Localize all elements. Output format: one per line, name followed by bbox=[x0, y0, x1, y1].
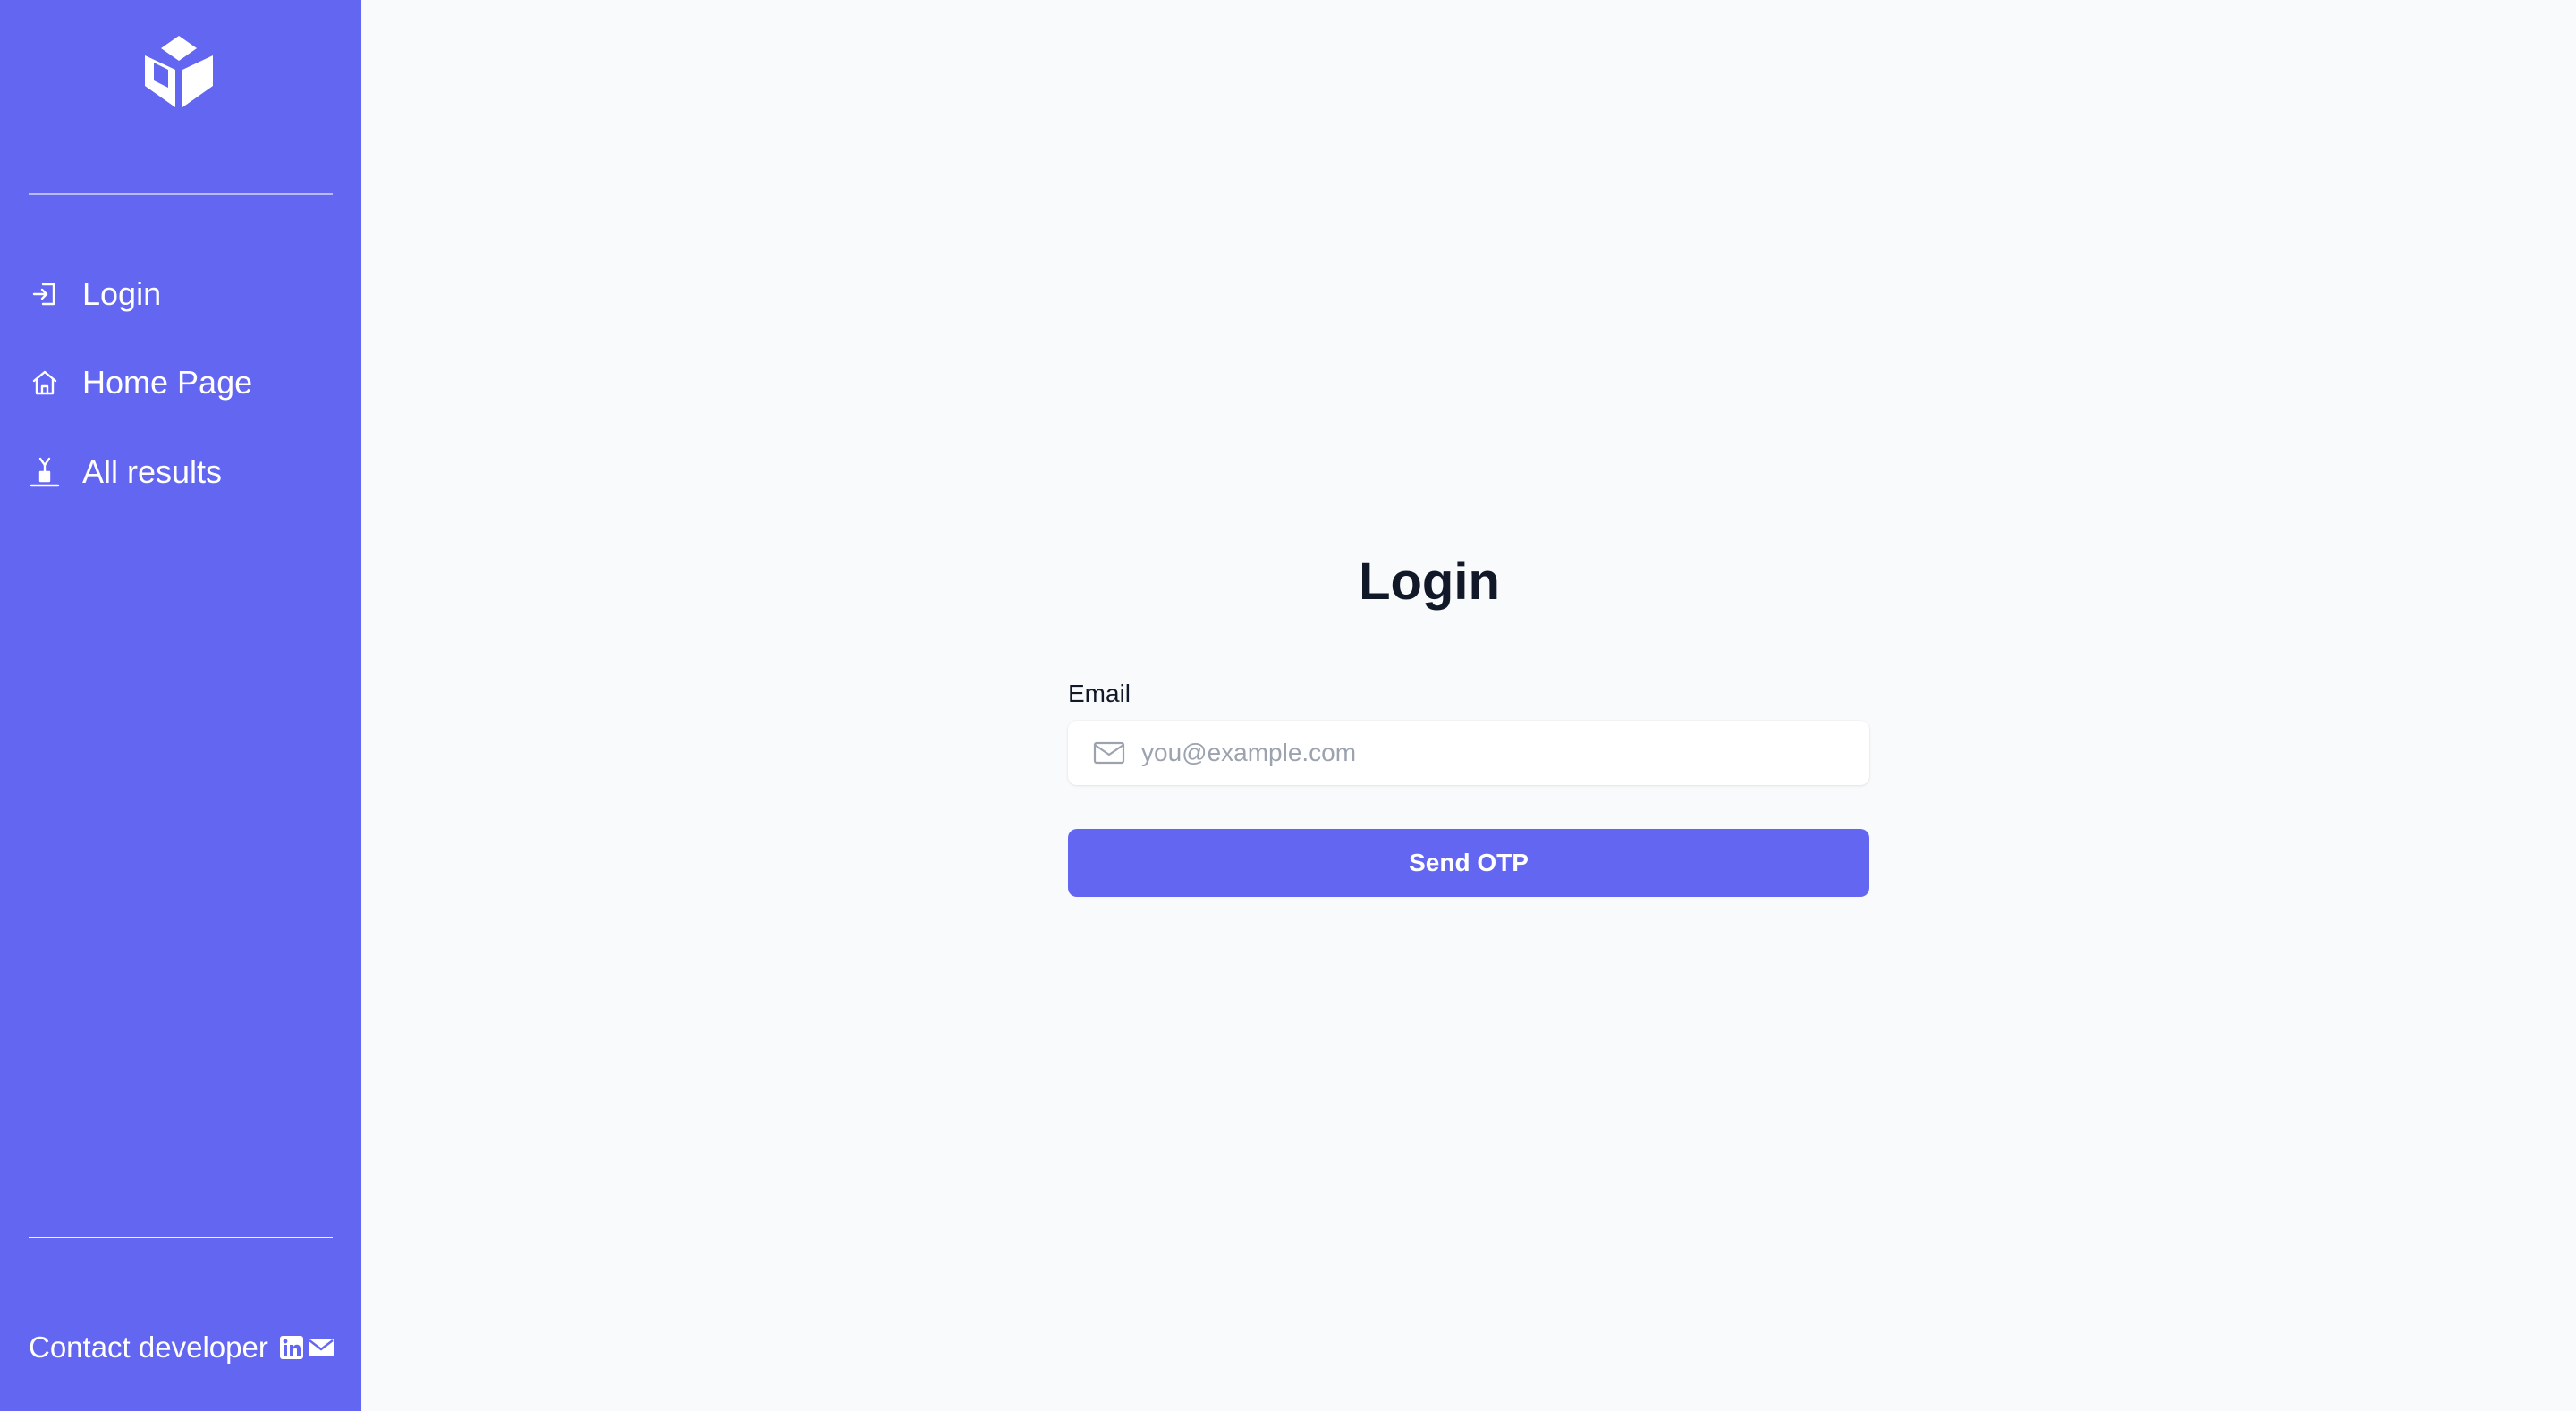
sidebar-item-label: All results bbox=[82, 453, 223, 490]
app-root: Login Home Page All results Contact deve… bbox=[0, 0, 2576, 1411]
results-icon bbox=[29, 456, 61, 488]
sidebar-item-label: Home Page bbox=[82, 364, 253, 401]
cube-logo-icon[interactable] bbox=[141, 34, 216, 109]
send-otp-button[interactable]: Send OTP bbox=[1068, 829, 1869, 897]
sidebar: Login Home Page All results Contact deve… bbox=[0, 0, 361, 1411]
mail-icon[interactable] bbox=[308, 1337, 335, 1358]
home-icon bbox=[29, 367, 61, 399]
email-label: Email bbox=[1068, 680, 1131, 707]
sidebar-divider-top bbox=[29, 193, 333, 195]
linkedin-icon[interactable] bbox=[279, 1335, 304, 1360]
sidebar-item-all-results[interactable]: All results bbox=[29, 445, 222, 499]
main-content: Login Email Send OTP bbox=[361, 0, 2576, 1411]
page-title: Login bbox=[1359, 553, 1500, 611]
contact-developer: Contact developer bbox=[29, 1332, 335, 1362]
email-field[interactable] bbox=[1140, 738, 1841, 768]
envelope-icon bbox=[1093, 737, 1125, 769]
sidebar-divider-bottom bbox=[29, 1237, 333, 1238]
sidebar-item-login[interactable]: Login bbox=[29, 267, 161, 321]
contact-icons bbox=[279, 1335, 335, 1360]
login-icon bbox=[29, 278, 61, 310]
sidebar-item-home-page[interactable]: Home Page bbox=[29, 356, 252, 410]
sidebar-item-label: Login bbox=[82, 275, 162, 312]
email-field-wrapper bbox=[1068, 721, 1869, 785]
contact-label: Contact developer bbox=[29, 1331, 268, 1364]
